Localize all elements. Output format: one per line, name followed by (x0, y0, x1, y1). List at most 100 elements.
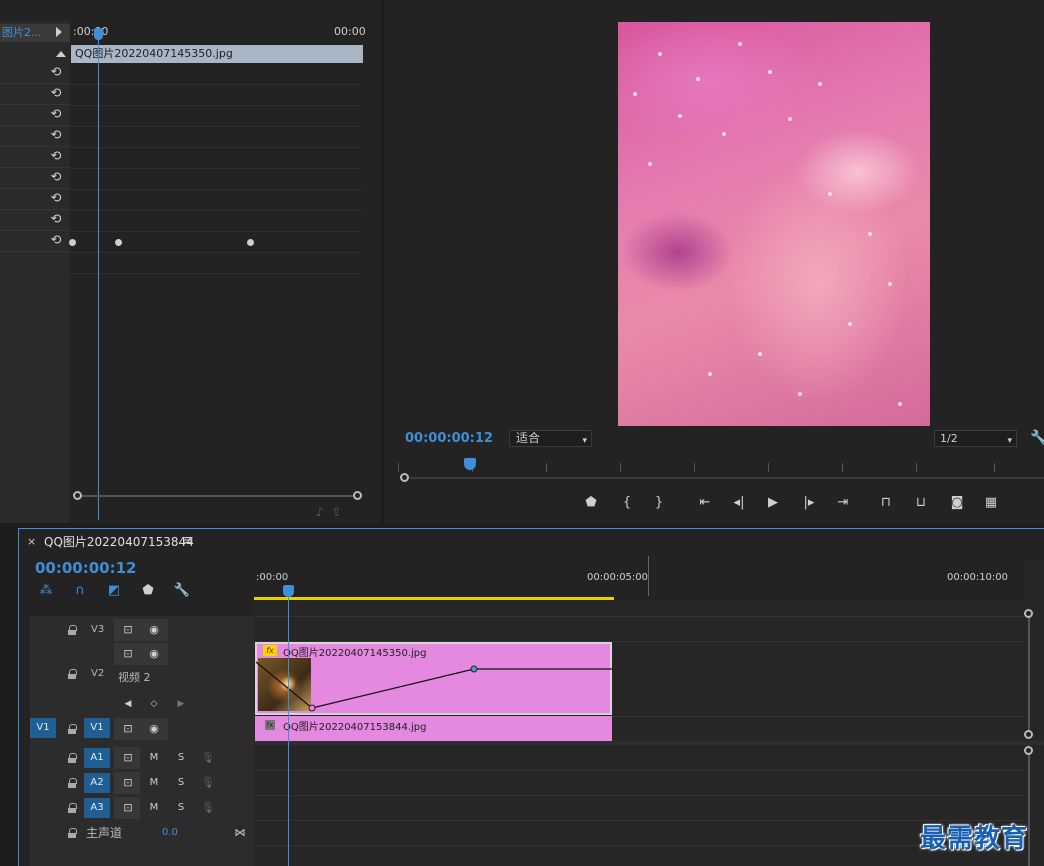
lock-icon[interactable] (68, 625, 77, 635)
scroll-handle-left[interactable] (400, 473, 409, 482)
mark-out-icon[interactable]: } (648, 492, 670, 514)
panel-menu-icon[interactable]: ≡ (183, 533, 194, 548)
reset-icon[interactable]: ⟲ (49, 87, 63, 101)
step-forward-icon[interactable]: |▸ (798, 492, 820, 514)
solo-button[interactable]: S (171, 748, 191, 768)
step-back-icon[interactable]: ◂| (728, 492, 750, 514)
playhead-handle[interactable] (283, 585, 294, 597)
effect-clip-bar[interactable]: QQ图片20220407145350.jpg (71, 45, 363, 63)
go-to-in-icon[interactable]: ⇤ (694, 492, 716, 514)
reset-icon[interactable]: ⟲ (49, 234, 63, 248)
audio-export-icon[interactable]: ♪ (316, 505, 324, 519)
timeline-timecode[interactable]: 00:00:00:12 (35, 559, 137, 577)
close-icon[interactable]: × (27, 535, 36, 548)
snap-magnet-icon[interactable]: ∩ (71, 582, 89, 600)
scroll-handle-top[interactable] (1024, 609, 1033, 618)
effect-zoom-scrollbar[interactable] (77, 495, 359, 497)
lock-icon[interactable] (68, 724, 77, 734)
eye-icon[interactable]: ◉ (144, 620, 164, 640)
tab-sequence[interactable]: QQ图片20220407153844 (44, 533, 194, 550)
add-marker-icon[interactable]: ⬟ (580, 492, 602, 514)
share-icon[interactable]: ⇪ (331, 505, 341, 519)
linked-selection-icon[interactable]: ◩ (105, 582, 123, 600)
lock-icon[interactable] (68, 778, 77, 788)
toggle-sync-lock-icon[interactable]: ⊡ (118, 620, 138, 640)
mark-in-icon[interactable]: { (616, 492, 638, 514)
compare-view-icon[interactable]: ▦ (980, 492, 1002, 514)
microphone-icon[interactable]: 🎙 (198, 773, 218, 793)
timeline-playhead[interactable] (288, 585, 289, 866)
reset-icon[interactable]: ⟲ (49, 171, 63, 185)
scroll-handle-bottom[interactable] (1024, 730, 1033, 739)
track-target-a1[interactable]: A1 (84, 748, 110, 768)
toggle-sync-lock-icon[interactable]: ⊡ (118, 719, 138, 739)
mute-button[interactable]: M (144, 798, 164, 818)
video-tracks-scrollbar[interactable] (1028, 614, 1030, 738)
lock-icon[interactable] (68, 828, 77, 838)
toggle-sync-lock-icon[interactable]: ⊡ (118, 644, 138, 664)
add-marker-icon[interactable]: ⬟ (139, 582, 157, 600)
reset-icon[interactable]: ⟲ (49, 129, 63, 143)
go-to-end-icon[interactable]: ⋈ (230, 823, 250, 843)
clip-keyframe[interactable] (470, 665, 478, 673)
lock-icon[interactable] (68, 803, 77, 813)
expand-arrow-icon[interactable] (56, 27, 62, 37)
export-frame-icon[interactable]: ◙ (946, 492, 968, 514)
work-area-bar[interactable] (254, 597, 614, 600)
effect-keyframe-area[interactable] (70, 21, 366, 511)
track-target-a2[interactable]: A2 (84, 773, 110, 793)
playback-resolution-dropdown[interactable]: 1/2 ▾ (934, 430, 1017, 447)
lock-icon[interactable] (68, 753, 77, 763)
reset-icon[interactable]: ⟲ (49, 108, 63, 122)
next-keyframe-icon[interactable]: ▶ (171, 694, 191, 714)
playhead-handle[interactable] (94, 28, 103, 40)
program-zoom-scrollbar[interactable] (410, 477, 1044, 479)
scroll-handle-top[interactable] (1024, 746, 1033, 755)
lift-icon[interactable]: ⊓ (875, 492, 897, 514)
lock-icon[interactable] (68, 669, 77, 679)
microphone-icon[interactable]: 🎙 (198, 798, 218, 818)
program-time-ruler[interactable] (398, 458, 1044, 472)
nest-sequence-icon[interactable]: ⁂ (37, 582, 55, 600)
toggle-sync-lock-icon[interactable]: ⊡ (118, 773, 138, 793)
toggle-sync-lock-icon[interactable]: ⊡ (118, 798, 138, 818)
mute-button[interactable]: M (144, 773, 164, 793)
scroll-handle-right[interactable] (353, 491, 362, 500)
reset-icon[interactable]: ⟲ (49, 213, 63, 227)
ruler-label: :00:00 (256, 572, 289, 583)
add-keyframe-icon[interactable]: ◇ (144, 694, 164, 714)
clip-keyframe[interactable] (308, 704, 316, 712)
collapse-caret-icon[interactable] (56, 51, 66, 57)
keyframe[interactable] (247, 239, 254, 246)
extract-icon[interactable]: ⊔ (910, 492, 932, 514)
reset-icon[interactable]: ⟲ (49, 150, 63, 164)
source-patch-v1[interactable]: V1 (30, 718, 56, 738)
video-audio-divider[interactable] (254, 741, 1044, 745)
settings-wrench-icon[interactable]: 🔧 (173, 582, 191, 600)
eye-icon[interactable]: ◉ (144, 719, 164, 739)
keyframe[interactable] (69, 239, 76, 246)
effect-playhead[interactable] (98, 30, 99, 520)
settings-wrench-icon[interactable]: 🔧 (1030, 430, 1044, 446)
program-timecode[interactable]: 00:00:00:12 (405, 431, 493, 446)
audio-tracks-scrollbar[interactable] (1028, 748, 1030, 866)
solo-button[interactable]: S (171, 773, 191, 793)
microphone-icon[interactable]: 🎙 (198, 748, 218, 768)
reset-icon[interactable]: ⟲ (49, 192, 63, 206)
track-target-v1[interactable]: V1 (84, 718, 110, 738)
program-video-frame[interactable] (618, 22, 930, 426)
program-playhead[interactable] (464, 458, 476, 470)
track-target-a3[interactable]: A3 (84, 798, 110, 818)
eye-icon[interactable]: ◉ (144, 644, 164, 664)
solo-button[interactable]: S (171, 798, 191, 818)
master-volume-value[interactable]: 0.0 (162, 823, 178, 843)
previous-keyframe-icon[interactable]: ◀ (118, 694, 138, 714)
play-icon[interactable]: ▶ (762, 492, 784, 514)
mute-button[interactable]: M (144, 748, 164, 768)
keyframe[interactable] (115, 239, 122, 246)
scroll-handle-left[interactable] (73, 491, 82, 500)
zoom-fit-dropdown[interactable]: 适合 ▾ (509, 430, 592, 447)
toggle-sync-lock-icon[interactable]: ⊡ (118, 748, 138, 768)
reset-icon[interactable]: ⟲ (49, 66, 63, 80)
go-to-out-icon[interactable]: ⇥ (832, 492, 854, 514)
